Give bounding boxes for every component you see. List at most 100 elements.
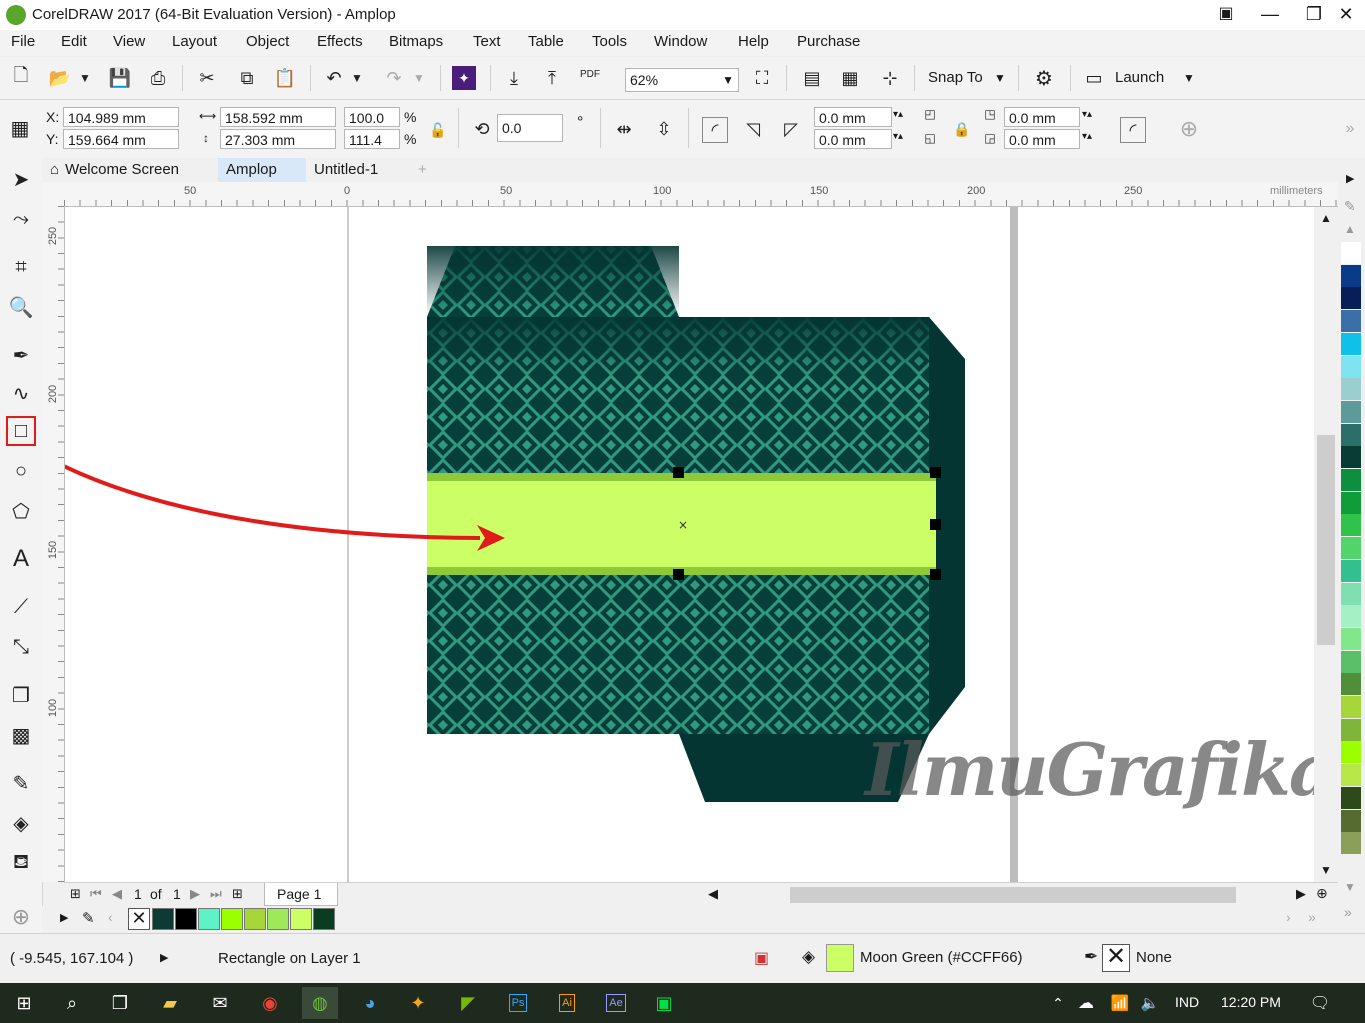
action-center-icon[interactable]: 🗨	[1302, 987, 1338, 1019]
palette-expand-icon[interactable]: ▶	[1346, 172, 1354, 185]
coreldraw-taskbar-icon[interactable]: ◍	[302, 987, 338, 1019]
file-explorer-icon[interactable]: ▰	[152, 987, 188, 1019]
pick-tool-icon[interactable]: ➤	[6, 164, 36, 194]
relative-corner-scaling-icon[interactable]: ◜	[1120, 117, 1146, 143]
palette-swatch[interactable]	[1341, 809, 1361, 832]
palette-swatch[interactable]	[1341, 627, 1361, 650]
show-grid-icon[interactable]: ▦	[838, 66, 862, 90]
palette-more-icon[interactable]: »	[1344, 904, 1352, 920]
palette-swatch[interactable]	[1341, 559, 1361, 582]
polygon-tool-icon[interactable]: ⬠	[6, 496, 36, 526]
menu-purchase[interactable]: Purchase	[797, 33, 860, 50]
palette-swatch[interactable]	[1341, 400, 1361, 423]
ellipse-tool-icon[interactable]: ○	[6, 456, 36, 486]
menu-effects[interactable]: Effects	[317, 33, 363, 50]
copy-icon[interactable]: ⧉	[235, 66, 259, 90]
prev-page-icon[interactable]: ◀	[112, 886, 122, 902]
add-page-icon[interactable]: ⊞	[70, 886, 81, 902]
no-color-swatch[interactable]: ✕	[128, 908, 150, 930]
corner-top-left-field[interactable]: 0.0 mm	[814, 107, 892, 127]
palette-swatch[interactable]	[1341, 514, 1361, 537]
corner-bottom-left-field[interactable]: 0.0 mm	[814, 129, 892, 149]
spin-icon[interactable]: ▾▴	[893, 109, 903, 120]
add-icon[interactable]: ⊕	[1177, 116, 1201, 141]
drawing-canvas[interactable]: × IlmuGrafika.id	[65, 207, 1314, 882]
corner-bottom-right-field[interactable]: 0.0 mm	[1004, 129, 1080, 149]
palette-swatch[interactable]	[1341, 491, 1361, 514]
print-icon[interactable]: ⎙	[146, 66, 170, 90]
photoshop-icon[interactable]: Ps	[500, 987, 536, 1019]
redo-icon[interactable]: ↷	[382, 66, 406, 90]
palette-swatch[interactable]	[1341, 673, 1361, 696]
language-indicator[interactable]: IND	[1175, 994, 1199, 1010]
menu-help[interactable]: Help	[738, 33, 769, 50]
palette-scroll-up-icon[interactable]: ▲	[1344, 222, 1356, 236]
text-tool-icon[interactable]: A	[6, 544, 36, 574]
publish-pdf-icon[interactable]: PDF	[578, 63, 602, 87]
fill-color-swatch[interactable]	[826, 944, 854, 972]
tab-untitled-1[interactable]: Untitled-1	[306, 158, 410, 182]
document-color-swatch[interactable]	[221, 908, 243, 930]
clock[interactable]: 12:20 PM	[1221, 994, 1281, 1010]
palette-swatch[interactable]	[1341, 264, 1361, 287]
scroll-up-icon[interactable]: ▲	[1320, 211, 1332, 225]
add-page-after-icon[interactable]: ⊞	[232, 886, 243, 902]
undo-dropdown-icon[interactable]: ▼	[350, 66, 364, 90]
scalloped-corner-icon[interactable]: ◹	[741, 117, 765, 141]
search-content-icon[interactable]: ✦	[452, 66, 476, 90]
palette-eyedropper-icon[interactable]: ✎	[1344, 198, 1356, 215]
show-guidelines-icon[interactable]: ⊹	[878, 66, 902, 90]
add-tool-icon[interactable]: ⊕	[6, 902, 36, 932]
scroll-down-icon[interactable]: ▼	[1320, 863, 1332, 877]
palette-swatch[interactable]	[1341, 310, 1361, 333]
paste-icon[interactable]: 📋	[273, 66, 297, 90]
width-field[interactable]: 158.592 mm	[220, 107, 336, 127]
palette-swatch[interactable]	[1341, 582, 1361, 605]
rotate-icon[interactable]: ⟲	[470, 117, 494, 141]
spin-icon[interactable]: ▾▴	[1082, 109, 1092, 120]
document-color-swatch[interactable]	[175, 908, 197, 930]
palette-swatch[interactable]	[1341, 469, 1361, 491]
corner-top-right-field[interactable]: 0.0 mm	[1004, 107, 1080, 127]
volume-icon[interactable]: 🔈	[1132, 987, 1168, 1019]
mail-icon[interactable]: ✉	[202, 987, 238, 1019]
cut-icon[interactable]: ✂	[195, 66, 219, 90]
palette-swatch[interactable]	[1341, 355, 1361, 378]
document-color-swatch[interactable]	[267, 908, 289, 930]
undo-icon[interactable]: ↶	[322, 66, 346, 90]
zoom-navigator-icon[interactable]: ⊕	[1316, 885, 1328, 902]
transparency-tool-icon[interactable]: ▩	[6, 720, 36, 750]
ruler-origin[interactable]	[42, 182, 64, 206]
crop-tool-icon[interactable]: ⌗	[6, 252, 36, 282]
menu-layout[interactable]: Layout	[172, 33, 217, 50]
illustrator-icon[interactable]: Ai	[549, 987, 585, 1019]
palette-swatch[interactable]	[1341, 605, 1361, 628]
palette-scroll-down-icon[interactable]: ▼	[1344, 880, 1356, 894]
full-screen-preview-icon[interactable]: ⛶	[750, 66, 774, 90]
palette-swatch[interactable]	[1341, 332, 1361, 355]
close-button[interactable]: ✕	[1324, 0, 1365, 30]
lock-ratio-icon[interactable]: 🔓	[426, 118, 450, 142]
launch-dropdown-icon[interactable]: ▼	[1183, 71, 1195, 85]
y-position-field[interactable]: 159.664 mm	[63, 129, 179, 149]
doc-palette-scroll-right-icon[interactable]: ›	[1286, 909, 1291, 925]
page-tab[interactable]: Page 1	[264, 883, 338, 906]
palette-swatch[interactable]	[1341, 537, 1361, 560]
palette-swatch[interactable]	[1341, 287, 1361, 310]
menu-window[interactable]: Window	[654, 33, 707, 50]
parallel-dimension-tool-icon[interactable]: ⟋	[6, 592, 36, 622]
last-page-icon[interactable]: ⏭	[210, 886, 222, 902]
doc-palette-menu-icon[interactable]: ▶	[60, 911, 68, 924]
save-icon[interactable]: 💾	[108, 66, 132, 90]
palette-swatch[interactable]	[1341, 786, 1361, 809]
palette-swatch[interactable]	[1341, 423, 1361, 446]
task-view-icon[interactable]: ❐	[102, 987, 138, 1019]
document-color-swatch[interactable]	[198, 908, 220, 930]
x-position-field[interactable]: 104.989 mm	[63, 107, 179, 127]
import-icon[interactable]: ⤓	[502, 66, 526, 90]
color-proofing-icon[interactable]: ▣	[754, 948, 769, 968]
palette-swatch[interactable]	[1341, 764, 1361, 787]
chrome-icon[interactable]: ◉	[252, 987, 288, 1019]
first-page-icon[interactable]: ⏮	[90, 886, 102, 902]
outline-color-swatch[interactable]: ✕	[1102, 944, 1130, 972]
